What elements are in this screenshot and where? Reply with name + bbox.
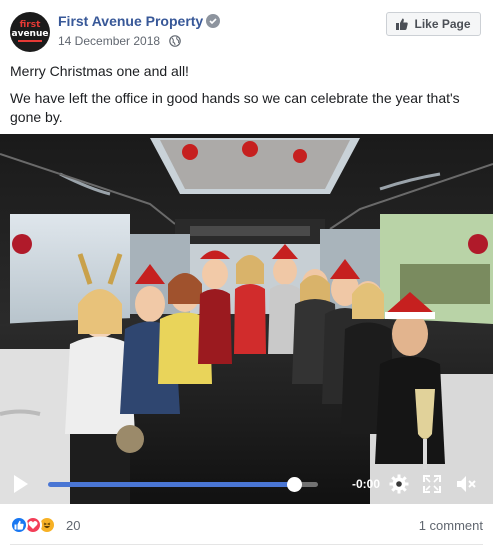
post-paragraph: Merry Christmas one and all!	[10, 63, 189, 79]
video-progress-fill	[48, 482, 294, 487]
like-reaction-icon	[10, 516, 28, 534]
facebook-post: first avenue First Avenue Property 14 De…	[0, 0, 493, 550]
volume-muted-icon[interactable]	[455, 474, 477, 494]
post-header: first avenue First Avenue Property 14 De…	[10, 10, 485, 54]
like-page-label: Like Page	[414, 17, 471, 31]
verified-badge-icon	[206, 14, 220, 28]
video-progress-bar[interactable]	[48, 477, 318, 492]
settings-gear-icon[interactable]	[389, 474, 409, 494]
page-name-link[interactable]: First Avenue Property	[58, 13, 203, 29]
video-time-remaining: -0:00	[352, 477, 381, 491]
post-date-link[interactable]: 14 December 2018	[58, 34, 160, 48]
video-controls: -0:00	[0, 464, 493, 504]
comments-link[interactable]: 1 comment	[419, 518, 483, 533]
video-progress-knob[interactable]	[286, 477, 302, 492]
video-frame	[0, 134, 493, 504]
post-footer: 20 1 comment	[10, 515, 483, 537]
footer-divider	[10, 544, 483, 545]
video-player[interactable]: -0:00	[0, 134, 493, 504]
globe-icon	[169, 35, 181, 47]
avatar-logo-text-bottom: avenue	[11, 29, 49, 39]
reaction-count: 20	[66, 518, 81, 533]
post-paragraph: We have left the office in good hands so…	[10, 90, 460, 125]
like-page-button[interactable]: Like Page	[386, 12, 481, 36]
post-body: Merry Christmas one and all! We have lef…	[10, 62, 480, 135]
thumbs-up-icon	[396, 18, 409, 30]
reactions-summary[interactable]: 20	[10, 515, 80, 535]
avatar-logo-underline	[18, 40, 42, 42]
fullscreen-icon[interactable]	[422, 474, 442, 494]
page-avatar[interactable]: first avenue	[10, 12, 50, 52]
play-icon[interactable]	[12, 474, 30, 494]
